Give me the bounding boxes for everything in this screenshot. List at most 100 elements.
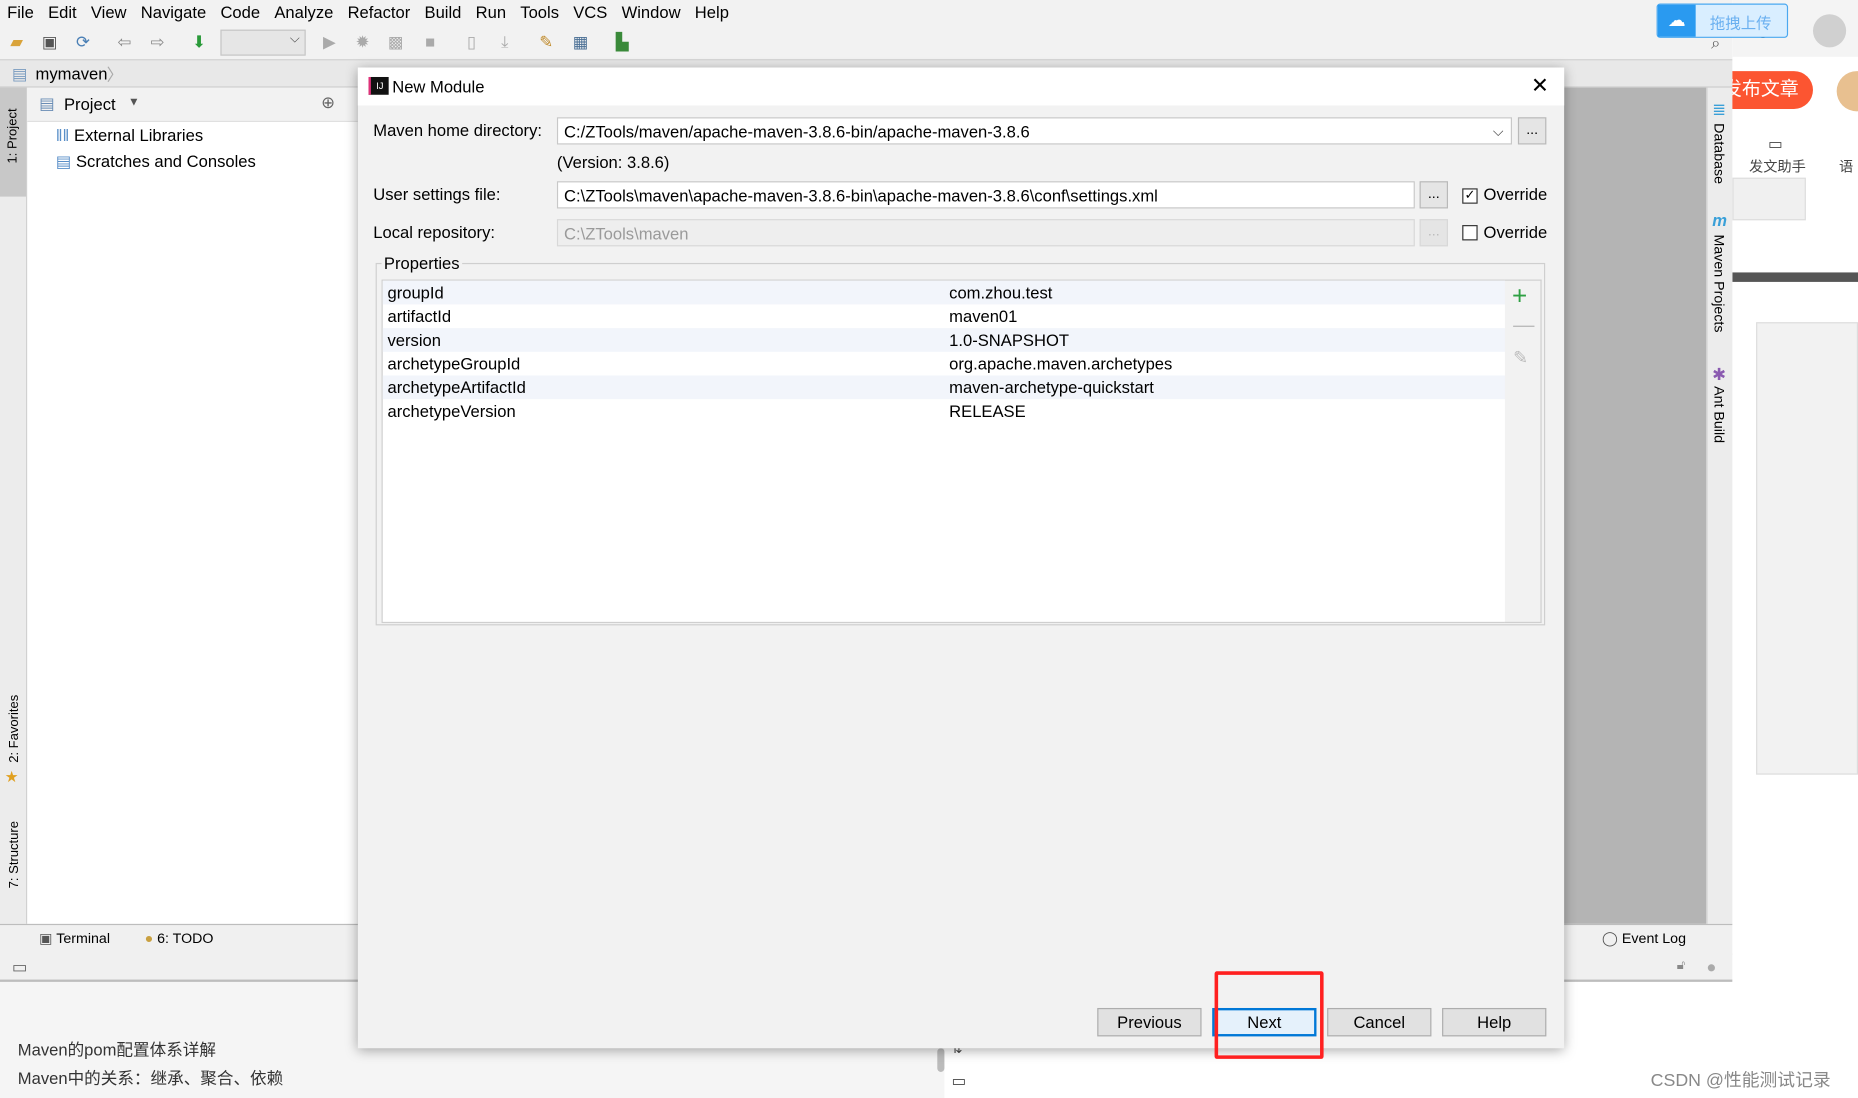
profile-avatar[interactable] [1836, 71, 1858, 112]
menu-window[interactable]: Window [622, 0, 681, 24]
build-icon[interactable]: ⬇ [190, 32, 209, 51]
monitor-icon[interactable]: ▭ [952, 1072, 967, 1091]
download-icon[interactable]: ⤓ [495, 32, 514, 51]
menu-build[interactable]: Build [425, 0, 462, 24]
maven-home-combobox[interactable]: C:/ZTools/maven/apache-maven-3.8.6-bin/a… [556, 117, 1512, 145]
properties-toolbar: + — ✎ [1504, 279, 1542, 624]
property-value[interactable]: RELEASE [949, 399, 1026, 423]
property-row[interactable]: archetypeVersion RELEASE [383, 399, 1506, 423]
project-view-selector[interactable]: Project [64, 95, 116, 114]
edit-icon[interactable]: ✎ [1513, 347, 1528, 368]
tree-item-label: External Libraries [74, 125, 204, 145]
save-icon[interactable]: ▣ [40, 32, 59, 51]
lock-icon[interactable]: 🔓︎ [1677, 958, 1685, 973]
property-row[interactable]: groupId com.zhou.test [382, 280, 1507, 305]
menu-navigate[interactable]: Navigate [141, 0, 206, 24]
breadcrumb[interactable]: mymaven [36, 64, 108, 83]
settings-icon[interactable]: ✎ [537, 32, 556, 51]
property-value[interactable]: org.apache.maven.archetypes [949, 352, 1172, 376]
back-icon[interactable]: ⇦ [115, 32, 134, 51]
maven-home-label: Maven home directory: [373, 120, 543, 140]
property-key: archetypeGroupId [387, 354, 521, 374]
project-structure-icon[interactable]: ▦ [571, 32, 590, 51]
chevron-down-icon[interactable]: ⌵ [1493, 118, 1504, 143]
previous-button[interactable]: Previous [1097, 1007, 1202, 1037]
article-link[interactable]: Maven的pom配置体系详解 [18, 1038, 216, 1062]
menu-file[interactable]: File [7, 0, 34, 24]
property-value[interactable]: maven01 [949, 304, 1017, 328]
run-config-dropdown[interactable]: ⌵ [220, 29, 306, 56]
properties-table: groupId com.zhou.test artifactId maven01 ver… [381, 279, 1508, 624]
scratches-icon: ▤ [55, 151, 72, 171]
browse-label: ... [1427, 184, 1440, 202]
menu-code[interactable]: Code [220, 0, 260, 24]
menu-view[interactable]: View [91, 0, 127, 24]
help-button[interactable]: Help [1442, 1007, 1547, 1037]
upload-widget[interactable]: ☁ 拖拽上传 [1656, 3, 1789, 38]
menu-analyze[interactable]: Analyze [274, 0, 333, 24]
toggle-tool-windows-icon[interactable]: ▭ [12, 957, 28, 977]
property-row[interactable]: artifactId maven01 [383, 304, 1506, 328]
add-icon[interactable]: + [1512, 281, 1527, 312]
stop-icon[interactable]: ■ [421, 32, 440, 51]
publish-article-button[interactable]: 发布文章 [1732, 71, 1813, 109]
assistant-link[interactable]: 发文助手 [1749, 156, 1806, 176]
favorites-tab[interactable]: 2: Favorites [7, 695, 21, 763]
property-value[interactable]: maven-archetype-quickstart [949, 375, 1154, 399]
user-settings-browse-button[interactable]: ... [1419, 181, 1449, 209]
tool-window-project-tab[interactable]: 1: Project [0, 87, 27, 197]
terminal-icon: ▣ [39, 929, 53, 947]
property-row[interactable]: archetypeGroupId org.apache.maven.archety… [383, 352, 1506, 376]
property-value[interactable]: 1.0-SNAPSHOT [949, 328, 1069, 352]
tree-item-external-libraries[interactable]: ‖‖ External Libraries [56, 126, 203, 145]
cloud-icon: ☁ [1657, 4, 1696, 37]
ant-build-tab[interactable]: Ant Build [1711, 386, 1728, 443]
menu-bar: File Edit View Navigate Code Analyze Refactor B… [0, 0, 1733, 24]
structure-tab[interactable]: 7: Structure [7, 821, 21, 888]
terminal-tab[interactable]: ▣ Terminal [39, 930, 110, 947]
open-folder-icon[interactable]: ▰ [7, 32, 26, 51]
ant-icon: ✱ [1712, 364, 1727, 384]
local-repo-override-checkbox[interactable] [1462, 225, 1478, 241]
caret-down-icon[interactable]: ▼ [128, 96, 140, 109]
local-repo-input[interactable]: C:\ZTools\maven [556, 219, 1415, 247]
cancel-button[interactable]: Cancel [1327, 1007, 1432, 1037]
debug-icon[interactable]: ✹ [353, 32, 372, 51]
locate-icon[interactable]: ⊕ [321, 92, 335, 112]
local-repo-browse-button[interactable]: ... [1419, 219, 1449, 247]
maven-home-browse-button[interactable]: ... [1517, 117, 1547, 145]
property-row[interactable]: version 1.0-SNAPSHOT [382, 328, 1507, 352]
property-row[interactable]: archetypeArtifactId maven-archetype-quick… [382, 375, 1507, 400]
run-icon[interactable]: ▶ [320, 32, 339, 51]
star-icon: ★ [4, 767, 19, 786]
close-icon[interactable]: ✕ [1531, 73, 1549, 98]
tree-item-scratches[interactable]: ▤ Scratches and Consoles [56, 152, 256, 172]
menu-refactor[interactable]: Refactor [348, 0, 411, 24]
menu-run[interactable]: Run [476, 0, 506, 24]
article-link[interactable]: Maven中的关系：继承、聚合、依赖 [18, 1066, 283, 1090]
user-settings-input[interactable]: C:\ZTools\maven\apache-maven-3.8.6-bin\a… [556, 181, 1415, 209]
property-key: archetypeVersion [387, 401, 516, 421]
user-avatar[interactable] [1812, 14, 1847, 48]
todo-tab[interactable]: ● 6: TODO [145, 930, 214, 947]
sync-icon[interactable]: ⟳ [73, 32, 92, 51]
language-link[interactable]: 语 [1839, 156, 1853, 176]
database-icon: ≣ [1712, 99, 1727, 119]
maven-projects-tab[interactable]: Maven Projects [1711, 235, 1728, 333]
inspector-icon[interactable]: ● [1706, 957, 1716, 976]
database-tab[interactable]: Database [1711, 123, 1728, 184]
menu-tools[interactable]: Tools [520, 0, 559, 24]
remove-icon[interactable]: — [1513, 313, 1534, 338]
coverage-icon[interactable]: ▩ [386, 32, 405, 51]
forward-icon[interactable]: ⇨ [148, 32, 167, 51]
menu-help[interactable]: Help [695, 0, 729, 24]
attach-icon[interactable]: ▯ [462, 32, 481, 51]
event-log-tab[interactable]: ◯ Event Log [1602, 930, 1686, 947]
menu-edit[interactable]: Edit [48, 0, 77, 24]
sdk-icon[interactable]: ▙ [613, 32, 632, 51]
scrollbar-thumb[interactable] [937, 1048, 945, 1072]
menu-vcs[interactable]: VCS [573, 0, 607, 24]
property-value[interactable]: com.zhou.test [949, 281, 1052, 305]
user-settings-override-checkbox[interactable]: ✓ [1462, 188, 1478, 204]
browse-label: ... [1526, 120, 1539, 138]
